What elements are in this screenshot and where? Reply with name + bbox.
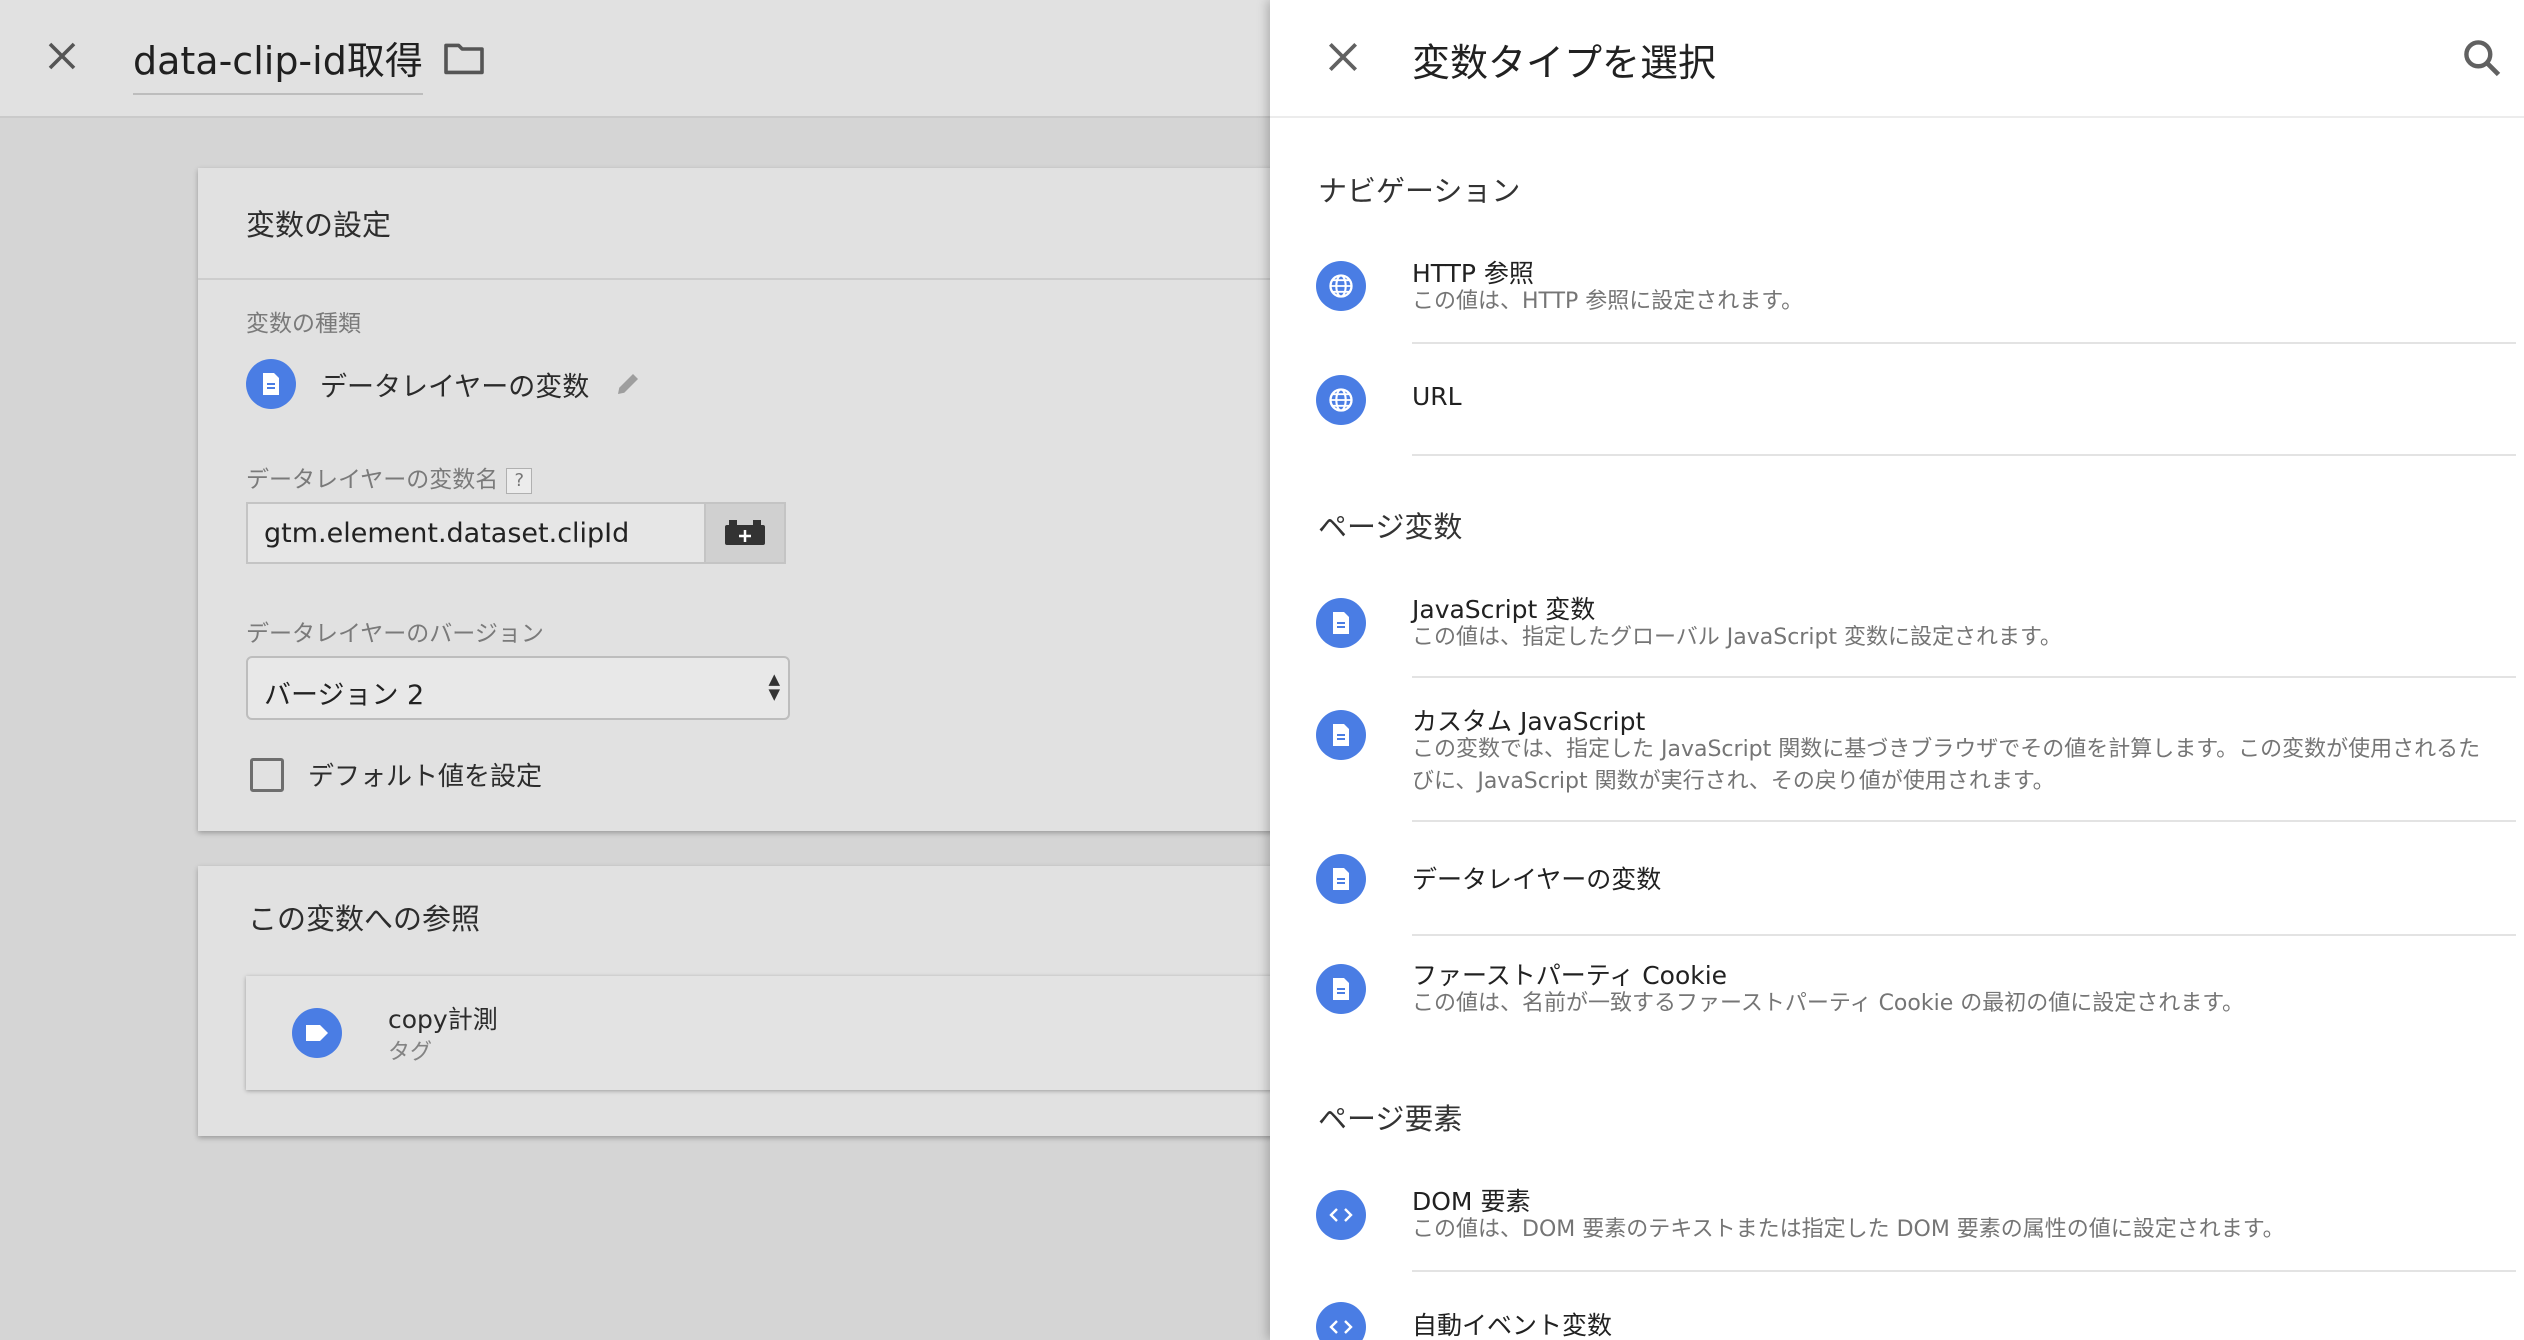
search-icon[interactable] <box>2460 36 2504 80</box>
section-page-elements: ページ要素 <box>1318 1102 1463 1136</box>
divider <box>198 278 1288 280</box>
type-item-dom-element[interactable]: DOM 要素 この値は、DOM 要素のテキストまたは指定した DOM 要素の属性… <box>1270 1168 2524 1272</box>
variable-references-card: この変数への参照 copy計測 タグ <box>198 866 1306 1136</box>
help-icon[interactable]: ? <box>506 467 533 494</box>
divider <box>1412 454 2516 456</box>
close-icon[interactable] <box>1324 38 1362 76</box>
references-heading: この変数への参照 <box>248 902 481 936</box>
data-layer-version-select[interactable]: バージョン 2 ▲ ▼ <box>246 656 790 720</box>
reference-item[interactable]: copy計測 タグ <box>246 976 1306 1090</box>
code-icon <box>1316 1190 1366 1240</box>
close-icon[interactable] <box>44 38 80 74</box>
type-item-custom-javascript[interactable]: カスタム JavaScript この変数では、指定した JavaScript 関… <box>1270 690 2524 822</box>
variable-type-value: データレイヤーの変数 <box>320 371 590 403</box>
type-item-title: URL <box>1412 382 1462 411</box>
type-item-title: JavaScript 変数 <box>1412 595 1596 624</box>
section-navigation: ナビゲーション <box>1318 174 1521 208</box>
type-item-description: この値は、DOM 要素のテキストまたは指定した DOM 要素の属性の値に設定され… <box>1412 1217 2285 1242</box>
document-icon <box>246 359 296 409</box>
divider <box>1412 820 2516 822</box>
document-icon <box>1316 854 1366 904</box>
type-item-first-party-cookie[interactable]: ファーストパーティ Cookie この値は、名前が一致するファーストパーティ C… <box>1270 944 2524 1044</box>
type-item-description: この値は、HTTP 参照に設定されます。 <box>1412 289 1804 314</box>
editor-header: data-clip-id取得 <box>0 0 1270 118</box>
data-layer-name-label-text: データレイヤーの変数名 <box>246 467 499 493</box>
data-layer-name-label: データレイヤーの変数名? <box>246 460 533 494</box>
data-layer-version-label: データレイヤーのバージョン <box>246 621 544 647</box>
type-item-http-referrer[interactable]: HTTP 参照 この値は、HTTP 参照に設定されます。 <box>1270 238 2524 346</box>
default-value-checkbox[interactable] <box>250 757 284 792</box>
code-icon <box>1316 1302 1366 1340</box>
type-item-title: 自動イベント変数 <box>1412 1311 1613 1340</box>
document-icon <box>1316 710 1366 760</box>
insert-variable-button[interactable] <box>704 502 786 564</box>
data-layer-name-input[interactable]: gtm.element.dataset.clipId <box>246 502 706 564</box>
variable-type-row[interactable]: データレイヤーの変数 <box>246 358 643 410</box>
variable-type-label: 変数の種類 <box>246 311 361 337</box>
panel-title: 変数タイプを選択 <box>1412 41 1717 85</box>
globe-icon <box>1316 261 1366 311</box>
divider <box>1412 1270 2516 1272</box>
type-item-description: この変数では、指定した JavaScript 関数に基づきブラウザでその値を計算… <box>1412 737 2481 794</box>
default-value-row[interactable]: デフォルト値を設定 <box>250 756 542 793</box>
reference-item-type: タグ <box>388 1040 433 1065</box>
variable-name-title[interactable]: data-clip-id取得 <box>133 30 423 95</box>
tag-icon <box>292 1008 342 1058</box>
pencil-icon[interactable] <box>613 369 643 399</box>
config-card-heading: 変数の設定 <box>246 208 392 242</box>
default-value-label: デフォルト値を設定 <box>308 762 543 792</box>
variable-config-card: 変数の設定 変数の種類 データレイヤーの変数 データレイヤーの変数名? gtm.… <box>198 168 1288 831</box>
variable-icon <box>725 520 765 545</box>
type-item-data-layer-variable[interactable]: データレイヤーの変数 <box>1270 826 2524 936</box>
divider <box>1412 676 2516 678</box>
section-page-variables: ページ変数 <box>1318 510 1463 544</box>
type-item-title: DOM 要素 <box>1412 1187 1531 1216</box>
document-icon <box>1316 964 1366 1014</box>
type-item-javascript-variable[interactable]: JavaScript 変数 この値は、指定したグローバル JavaScript … <box>1270 576 2524 680</box>
type-item-title: データレイヤーの変数 <box>1412 865 1662 894</box>
type-item-title: ファーストパーティ Cookie <box>1412 961 1728 990</box>
globe-icon <box>1316 375 1366 425</box>
variable-type-panel: 変数タイプを選択 ナビゲーション HTTP 参照 この値は、HTTP 参照に設定… <box>1270 0 2524 1340</box>
type-item-description: この値は、指定したグローバル JavaScript 変数に設定されます。 <box>1412 625 2062 650</box>
type-item-auto-event-variable[interactable]: 自動イベント変数 <box>1270 1290 2524 1340</box>
type-item-title: HTTP 参照 <box>1412 259 1534 288</box>
panel-header: 変数タイプを選択 <box>1270 0 2524 118</box>
type-item-title: カスタム JavaScript <box>1412 707 1646 736</box>
divider <box>1412 342 2516 344</box>
type-item-url[interactable]: URL <box>1270 350 2524 456</box>
data-layer-version-value: バージョン 2 <box>264 680 425 711</box>
document-icon <box>1316 598 1366 648</box>
divider <box>1412 934 2516 936</box>
type-item-description: この値は、名前が一致するファーストパーティ Cookie の最初の値に設定されま… <box>1412 991 2245 1016</box>
select-arrows-icon: ▲ ▼ <box>768 670 780 703</box>
folder-icon[interactable] <box>442 40 486 76</box>
reference-item-name: copy計測 <box>388 1005 498 1034</box>
